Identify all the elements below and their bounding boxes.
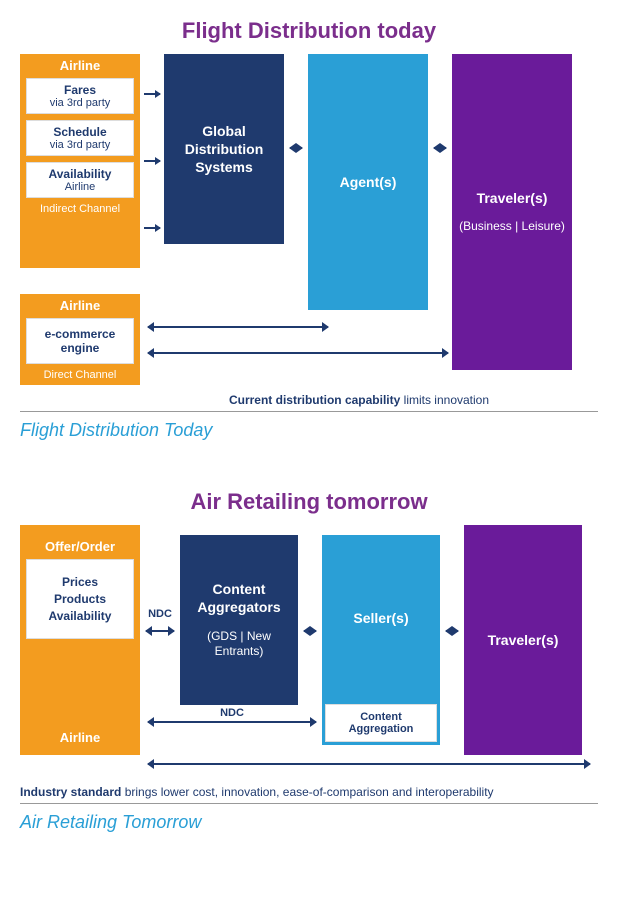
content-aggregators-box: Content Aggregators (GDS | New Entrants) bbox=[180, 535, 298, 705]
arrow-double-icon bbox=[148, 352, 448, 354]
availability-box: Availability Airline bbox=[26, 162, 134, 198]
arrow-double-icon bbox=[148, 721, 316, 723]
ndc-label: NDC bbox=[146, 608, 174, 620]
arrow-right-icon bbox=[144, 93, 160, 95]
separator bbox=[20, 411, 598, 412]
diagram2-title: Air Retailing tomorrow bbox=[20, 489, 598, 515]
airline-header: Airline bbox=[20, 54, 140, 75]
arrow-right-icon bbox=[144, 227, 160, 229]
diagram1-footnote: Current distribution capability limits i… bbox=[120, 393, 598, 407]
arrow-double-icon bbox=[148, 763, 590, 765]
arrow-direct-long bbox=[140, 320, 456, 360]
diagram2-footnote: Industry standard brings lower cost, inn… bbox=[20, 785, 598, 799]
diagram-flight-distribution-today: Flight Distribution today Airline Fares … bbox=[20, 18, 598, 407]
arrow-gds-agents bbox=[284, 54, 308, 268]
diagram-air-retailing-tomorrow: Air Retailing tomorrow Offer/Order Price… bbox=[20, 489, 598, 799]
arrows-airline-to-gds bbox=[140, 54, 164, 268]
arrow-double-icon bbox=[290, 147, 302, 149]
separator bbox=[20, 803, 598, 804]
arrow-double-icon bbox=[434, 147, 446, 149]
ecommerce-box: e-commerce engine bbox=[26, 318, 134, 364]
diagram2-caption: Air Retailing Tomorrow bbox=[20, 812, 598, 833]
schedule-box: Schedule via 3rd party bbox=[26, 120, 134, 156]
arrow-right-icon bbox=[144, 160, 160, 162]
arrow-double-icon bbox=[148, 326, 328, 328]
sellers-box: Seller(s) Content Aggregation bbox=[322, 535, 440, 745]
airline-header: Airline bbox=[20, 294, 140, 315]
prices-products-availability-box: Prices Products Availability bbox=[26, 559, 134, 639]
diagram1-caption: Flight Distribution Today bbox=[20, 420, 598, 441]
ndc-label-2: NDC bbox=[218, 707, 246, 719]
offer-order-header: Offer/Order bbox=[20, 535, 140, 556]
arrow-double-icon bbox=[446, 630, 458, 632]
fares-box: Fares via 3rd party bbox=[26, 78, 134, 114]
arrow-agents-travelers bbox=[428, 54, 452, 268]
direct-channel-label: Direct Channel bbox=[20, 367, 140, 385]
airline-direct-box: Airline e-commerce engine Direct Channel bbox=[20, 294, 140, 385]
indirect-channel-label: Indirect Channel bbox=[20, 201, 140, 219]
agents-box: Agent(s) bbox=[308, 54, 428, 310]
airline-indirect-box: Airline Fares via 3rd party Schedule via… bbox=[20, 54, 140, 268]
arrow-double-icon bbox=[146, 630, 174, 632]
gds-box: Global Distribution Systems bbox=[164, 54, 284, 244]
arrow-double-icon bbox=[304, 630, 316, 632]
diagram1-title: Flight Distribution today bbox=[20, 18, 598, 44]
